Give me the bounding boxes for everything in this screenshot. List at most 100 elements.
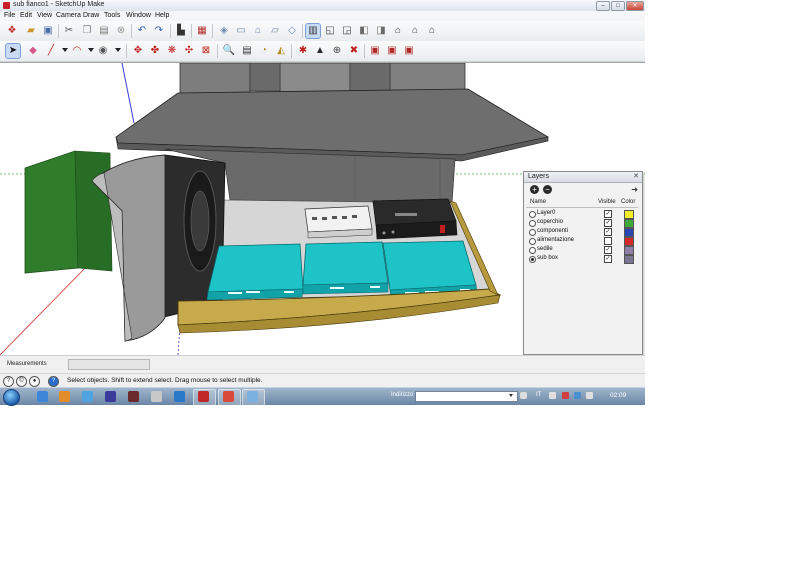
close-icon[interactable]: ✕ xyxy=(632,173,640,181)
tray-icon[interactable] xyxy=(549,392,556,399)
menu-view[interactable]: View xyxy=(37,12,52,19)
firefox-icon[interactable] xyxy=(59,391,70,402)
pencil-dropdown-icon[interactable] xyxy=(62,48,68,52)
taskbar-window-group[interactable] xyxy=(242,389,265,406)
open-icon[interactable]: ▰ xyxy=(24,24,38,38)
active-layer-radio[interactable] xyxy=(529,211,536,218)
media-icon[interactable] xyxy=(105,391,116,402)
redo-icon[interactable]: ↷ xyxy=(152,24,166,38)
visible-checkbox[interactable]: ✓ xyxy=(604,246,612,254)
address-input[interactable] xyxy=(415,391,518,402)
app-icon[interactable] xyxy=(174,391,185,402)
model-info-icon[interactable]: ▦ xyxy=(195,24,209,38)
sketchup-icon[interactable] xyxy=(198,391,209,402)
delete-layer-icon[interactable]: − xyxy=(543,185,552,194)
layer-row[interactable]: componenti ✓ xyxy=(524,228,642,237)
getting-started-icon[interactable]: ❖ xyxy=(5,24,19,38)
layer-row[interactable]: sedile ✓ xyxy=(524,246,642,255)
print-icon[interactable]: ▙ xyxy=(174,24,188,38)
wireframe-icon[interactable]: ◱ xyxy=(323,24,337,38)
app-icon[interactable] xyxy=(223,391,234,402)
menu-draw[interactable]: Draw xyxy=(83,12,99,19)
zoom-icon[interactable]: ⊕ xyxy=(330,44,344,58)
menu-help[interactable]: Help xyxy=(155,12,169,19)
extension-warehouse-icon[interactable]: ▣ xyxy=(385,44,399,58)
visible-checkbox[interactable] xyxy=(604,237,612,245)
tape-measure-icon[interactable]: 🔍 xyxy=(222,44,236,58)
network-icon[interactable] xyxy=(574,392,581,399)
geo-location-icon[interactable]: ? xyxy=(3,376,14,387)
shaded-texture-icon[interactable]: ◨ xyxy=(374,24,388,38)
volume-icon[interactable] xyxy=(586,392,593,399)
app-icon[interactable] xyxy=(151,391,162,402)
active-layer-radio[interactable] xyxy=(529,256,536,263)
measurements-input[interactable] xyxy=(68,359,150,370)
protractor-icon[interactable]: ◔ xyxy=(257,44,271,58)
scale-icon[interactable]: ⊠ xyxy=(199,44,213,58)
model-viewport[interactable]: Layers ✕ + − ➜ Name Visible Color Layer0… xyxy=(0,62,645,355)
add-layer-icon[interactable]: + xyxy=(530,185,539,194)
menu-edit[interactable]: Edit xyxy=(20,12,32,19)
start-button[interactable] xyxy=(3,389,20,406)
right-view-icon[interactable]: ▱ xyxy=(268,24,282,38)
paste-icon[interactable]: ▤ xyxy=(97,24,111,38)
app-icon[interactable] xyxy=(247,391,258,402)
layer-color-swatch[interactable] xyxy=(624,246,634,255)
layer-row[interactable]: Layer0 ✓ xyxy=(524,210,642,219)
details-arrow-icon[interactable]: ➜ xyxy=(631,185,638,194)
arc-dropdown-icon[interactable] xyxy=(88,48,94,52)
zoom-extents-icon[interactable]: ✖ xyxy=(347,44,361,58)
rotate-icon[interactable]: ❋ xyxy=(165,44,179,58)
layer-row[interactable]: sub box ✓ xyxy=(524,255,642,264)
close-button[interactable]: ✕ xyxy=(626,1,644,11)
menu-tools[interactable]: Tools xyxy=(104,12,120,19)
visible-checkbox[interactable]: ✓ xyxy=(604,255,612,263)
house-icon[interactable]: ⌂ xyxy=(425,24,439,38)
instructor-icon[interactable]: ? xyxy=(48,376,59,387)
go-icon[interactable] xyxy=(520,392,527,399)
layer-color-swatch[interactable] xyxy=(624,228,634,237)
layer-row[interactable]: coperchio ✓ xyxy=(524,219,642,228)
active-layer-radio[interactable] xyxy=(529,220,536,227)
minimize-button[interactable]: – xyxy=(596,1,610,11)
menu-window[interactable]: Window xyxy=(126,12,151,19)
components-icon[interactable]: ▣ xyxy=(368,44,382,58)
pan-icon[interactable]: ▲ xyxy=(313,44,327,58)
active-layer-radio[interactable] xyxy=(529,238,536,245)
menu-camera[interactable]: Camera xyxy=(56,12,81,19)
warehouse-icon[interactable]: ⌂ xyxy=(391,24,405,38)
layers-title-bar[interactable]: Layers ✕ xyxy=(524,172,642,183)
copy-icon[interactable]: ❐ xyxy=(80,24,94,38)
orbit-icon[interactable]: ✱ xyxy=(296,44,310,58)
undo-icon[interactable]: ↶ xyxy=(135,24,149,38)
address-dropdown-icon[interactable] xyxy=(509,394,513,397)
arc-icon[interactable]: ◠ xyxy=(70,44,84,58)
follow-me-icon[interactable]: ✣ xyxy=(182,44,196,58)
cut-icon[interactable]: ✂ xyxy=(62,24,76,38)
credits-icon[interactable]: © xyxy=(16,376,27,387)
maximize-button[interactable]: □ xyxy=(611,1,625,11)
active-layer-radio[interactable] xyxy=(529,247,536,254)
column-visible[interactable]: Visible xyxy=(598,199,616,205)
eraser-icon[interactable]: ◆ xyxy=(26,44,40,58)
paint-bucket-icon[interactable]: ◭ xyxy=(274,44,288,58)
menu-file[interactable]: File xyxy=(4,12,15,19)
layer-row[interactable]: alimentazione xyxy=(524,237,642,246)
explorer-icon[interactable] xyxy=(82,391,93,402)
back-view-icon[interactable]: ◇ xyxy=(285,24,299,38)
language-indicator[interactable]: IT xyxy=(536,392,541,398)
clock[interactable]: 02:09 xyxy=(610,392,626,399)
layer-color-swatch[interactable] xyxy=(624,255,634,264)
push-pull-icon[interactable]: ✥ xyxy=(131,44,145,58)
user-icon[interactable]: ● xyxy=(29,376,40,387)
column-color[interactable]: Color xyxy=(621,199,635,205)
layer-color-swatch[interactable] xyxy=(624,210,634,219)
shaded-icon[interactable]: ◧ xyxy=(357,24,371,38)
visible-checkbox[interactable]: ✓ xyxy=(604,228,612,236)
column-name[interactable]: Name xyxy=(530,199,546,205)
tray-icon[interactable] xyxy=(562,392,569,399)
sandbox-icon[interactable]: ▣ xyxy=(402,44,416,58)
front-view-icon[interactable]: ⌂ xyxy=(251,24,265,38)
top-view-icon[interactable]: ▭ xyxy=(234,24,248,38)
app-icon[interactable] xyxy=(128,391,139,402)
